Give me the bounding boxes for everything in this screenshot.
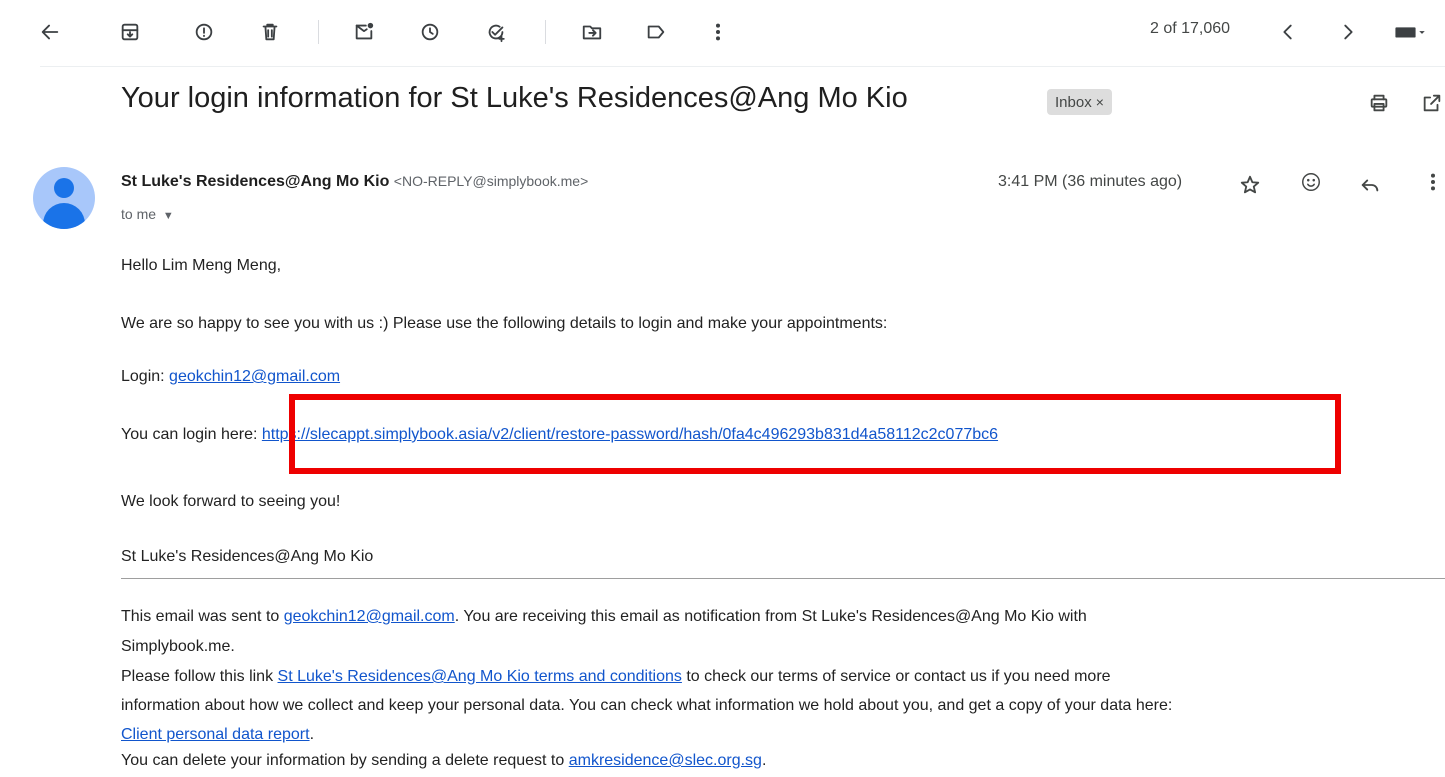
recipients-text: to me bbox=[121, 206, 157, 222]
toolbar: 2 of 17,060 bbox=[0, 0, 1445, 64]
simplybook-line: Simplybook.me. bbox=[121, 638, 235, 655]
sent-to-email-link[interactable]: geokchin12@gmail.com bbox=[284, 608, 455, 625]
snooze-icon[interactable] bbox=[414, 16, 446, 48]
terms-link[interactable]: St Luke's Residences@Ang Mo Kio terms an… bbox=[278, 668, 682, 685]
more-icon[interactable] bbox=[702, 16, 734, 48]
sender-name[interactable]: St Luke's Residences@Ang Mo Kio bbox=[121, 173, 389, 190]
reply-icon[interactable] bbox=[1356, 171, 1384, 199]
message-counter: 2 of 17,060 bbox=[1150, 20, 1231, 37]
emoji-reaction-icon[interactable] bbox=[1297, 168, 1325, 196]
delete-line: You can delete your information by sendi… bbox=[121, 748, 766, 774]
archive-icon[interactable] bbox=[114, 16, 146, 48]
sent-to-suffix: . You are receiving this email as notifi… bbox=[454, 608, 1087, 625]
back-icon[interactable] bbox=[34, 16, 66, 48]
move-to-icon[interactable] bbox=[576, 16, 608, 48]
toolbar-divider bbox=[40, 66, 1445, 67]
signature-text: St Luke's Residences@Ang Mo Kio bbox=[121, 548, 374, 565]
label-icon[interactable] bbox=[640, 16, 672, 48]
avatar-body bbox=[43, 203, 85, 229]
login-here-label: You can login here: bbox=[121, 426, 262, 443]
terms-suffix: to check our terms of service or contact… bbox=[681, 668, 1111, 685]
intro-text: We are so happy to see you with us :) Pl… bbox=[121, 315, 888, 332]
mark-unread-icon[interactable] bbox=[348, 16, 380, 48]
toolbar-separator bbox=[545, 20, 546, 44]
email-timestamp: 3:41 PM (36 minutes ago) bbox=[998, 173, 1183, 190]
recipients-toggle[interactable]: to me ▼ bbox=[121, 206, 174, 222]
older-icon[interactable] bbox=[1332, 16, 1364, 48]
print-icon[interactable] bbox=[1365, 89, 1393, 117]
info-line: information about how we collect and kee… bbox=[121, 697, 1173, 714]
label-text: Inbox bbox=[1055, 93, 1092, 111]
sent-to-line: This email was sent to geokchin12@gmail.… bbox=[121, 604, 1087, 630]
login-line: Login: geokchin12@gmail.com bbox=[121, 368, 340, 386]
sender-line: St Luke's Residences@Ang Mo Kio <NO-REPL… bbox=[121, 173, 588, 191]
terms-line: Please follow this link St Luke's Reside… bbox=[121, 664, 1111, 690]
data-report-link[interactable]: Client personal data report bbox=[121, 726, 310, 743]
toolbar-separator bbox=[318, 20, 319, 44]
add-to-tasks-icon[interactable] bbox=[480, 16, 512, 48]
login-label: Login: bbox=[121, 368, 170, 385]
newer-icon[interactable] bbox=[1272, 16, 1304, 48]
open-in-new-window-icon[interactable] bbox=[1418, 89, 1445, 117]
delete-suffix: . bbox=[761, 752, 767, 769]
report-suffix: . bbox=[309, 726, 315, 743]
message-more-icon[interactable] bbox=[1419, 168, 1445, 196]
report-spam-icon[interactable] bbox=[188, 16, 220, 48]
footer-divider bbox=[121, 578, 1445, 579]
avatar-head bbox=[54, 178, 74, 198]
input-tools-icon[interactable] bbox=[1384, 16, 1438, 48]
sender-avatar[interactable] bbox=[33, 167, 95, 229]
email-subject: Your login information for St Luke's Res… bbox=[121, 82, 908, 114]
delete-icon[interactable] bbox=[254, 16, 286, 48]
greeting-text: Hello Lim Meng Meng, bbox=[121, 257, 282, 274]
delete-prefix: You can delete your information by sendi… bbox=[121, 752, 569, 769]
look-forward-text: We look forward to seeing you! bbox=[121, 493, 341, 510]
star-icon[interactable] bbox=[1236, 171, 1264, 199]
login-email-link[interactable]: geokchin12@gmail.com bbox=[169, 368, 340, 385]
report-line: Client personal data report. bbox=[121, 722, 314, 748]
red-highlight-box bbox=[289, 394, 1341, 474]
inbox-label-badge[interactable]: Inbox × bbox=[1047, 89, 1112, 115]
terms-prefix: Please follow this link bbox=[121, 668, 278, 685]
delete-email-link[interactable]: amkresidence@slec.org.sg bbox=[569, 752, 762, 769]
remove-label-icon[interactable]: × bbox=[1096, 94, 1104, 110]
sender-email: <NO-REPLY@simplybook.me> bbox=[393, 173, 589, 189]
chevron-down-icon[interactable]: ▼ bbox=[163, 210, 174, 222]
sent-to-prefix: This email was sent to bbox=[121, 608, 284, 625]
